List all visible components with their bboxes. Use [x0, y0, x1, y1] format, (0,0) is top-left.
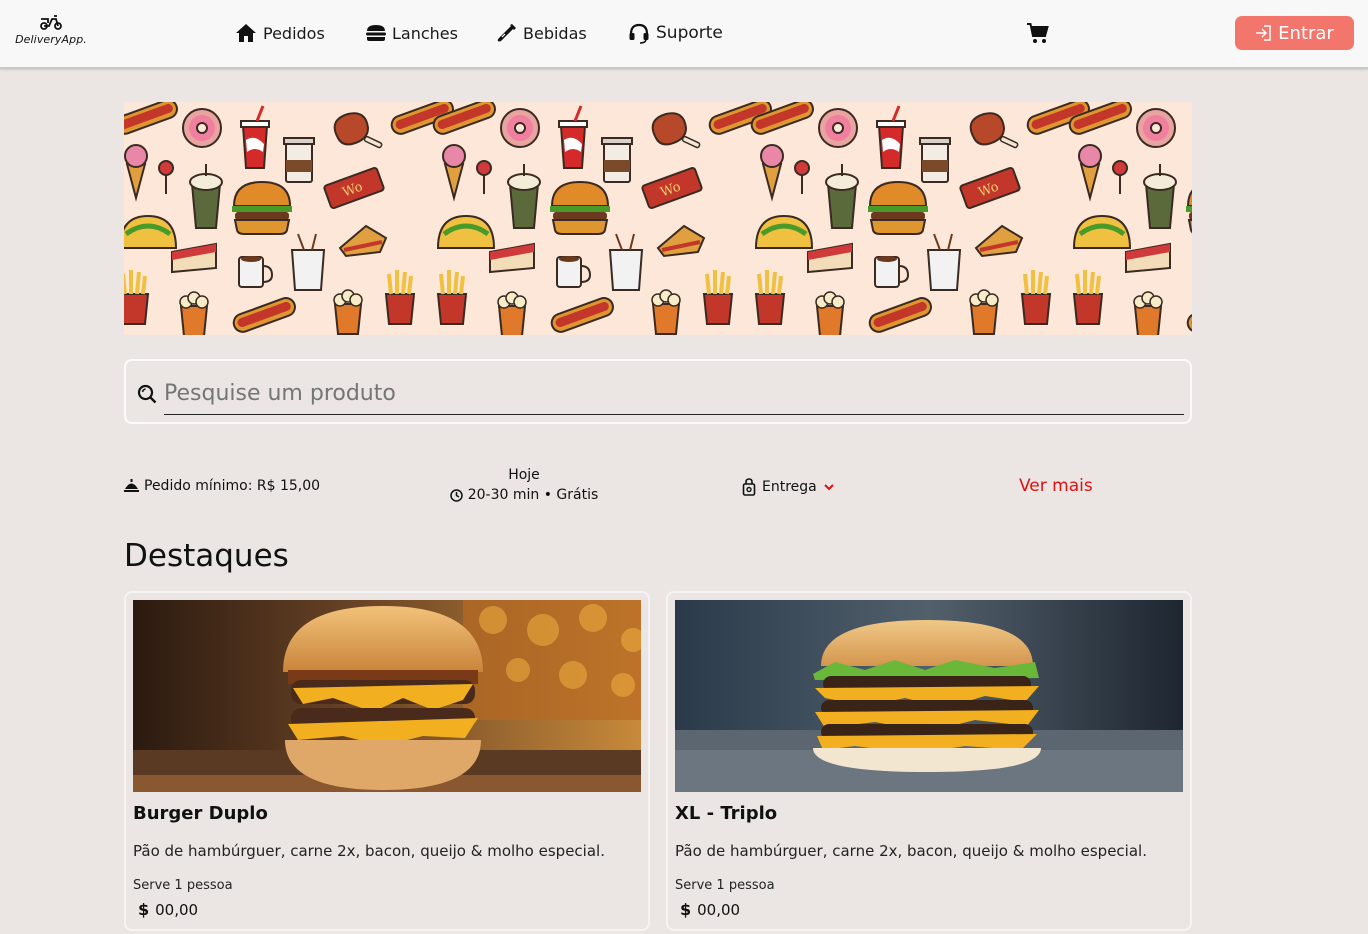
product-card[interactable]: XL - Triplo Pão de hambúrguer, carne 2x,… [666, 591, 1192, 931]
burger-photo [675, 600, 1183, 792]
login-label: Entrar [1278, 22, 1334, 44]
nav-pedidos[interactable]: Pedidos [235, 20, 325, 46]
delivery-day: Hoje [508, 467, 540, 483]
price-value: 00,00 [155, 900, 199, 919]
currency-symbol: $ [138, 900, 150, 919]
headset-icon [629, 23, 649, 44]
product-description: Pão de hambúrguer, carne 2x, bacon, quei… [675, 842, 1147, 860]
nav-lanches[interactable]: Lanches [366, 20, 458, 46]
food-pattern-banner: Wo [124, 102, 1192, 335]
search-input[interactable] [164, 373, 1184, 415]
search-icon [137, 384, 157, 404]
login-button[interactable]: Entrar [1235, 16, 1354, 50]
nav-bebidas-label: Bebidas [523, 23, 587, 43]
delivery-eta-text: 20-30 min • Grátis [467, 487, 599, 503]
nav-lanches-label: Lanches [392, 23, 458, 43]
delivery-bag-icon [742, 478, 756, 496]
min-order-text: Pedido mínimo: R$ 15,00 [144, 478, 321, 494]
food-pattern-image: Wo [124, 102, 1192, 335]
top-navbar: DeliveryApp. Pedidos Lanches Bebidas Sup… [0, 0, 1368, 69]
product-price: $ 00,00 [138, 900, 198, 919]
search-box [124, 359, 1192, 424]
login-icon [1256, 25, 1271, 41]
nav-pedidos-label: Pedidos [263, 23, 325, 43]
delivery-mode-select[interactable]: Entrega [742, 478, 835, 496]
see-more-link[interactable]: Ver mais [1019, 476, 1093, 496]
brand-name: DeliveryApp. [15, 33, 87, 46]
home-icon [236, 24, 256, 42]
clock-icon [449, 488, 463, 502]
burger-photo [133, 600, 641, 792]
brand-logo[interactable]: DeliveryApp. [10, 14, 92, 58]
delivery-eta: 20-30 min • Grátis [420, 484, 628, 506]
nav-suporte[interactable]: Suporte [628, 20, 723, 46]
price-value: 00,00 [697, 900, 741, 919]
scooter-icon [40, 15, 62, 30]
product-price: $ 00,00 [680, 900, 740, 919]
chevron-down-icon [824, 484, 834, 491]
product-name: XL - Triplo [675, 803, 778, 824]
cart-icon [1027, 23, 1049, 43]
section-title: Destaques [124, 538, 289, 574]
cart-button[interactable] [1026, 21, 1050, 45]
product-image [133, 600, 641, 792]
bottle-icon [497, 24, 516, 42]
currency-symbol: $ [680, 900, 692, 919]
delivery-time-info: Hoje 20-30 min • Grátis [420, 466, 628, 506]
delivery-mode-label: Entrega [762, 479, 817, 495]
product-serves: Serve 1 pessoa [675, 878, 775, 893]
product-card[interactable]: Burger Duplo Pão de hambúrguer, carne 2x… [124, 591, 650, 931]
nav-suporte-label: Suporte [656, 23, 723, 43]
product-name: Burger Duplo [133, 803, 268, 824]
min-order-info: Pedido mínimo: R$ 15,00 [124, 478, 320, 494]
product-serves: Serve 1 pessoa [133, 878, 233, 893]
dish-icon [124, 479, 139, 492]
burger-icon [366, 25, 386, 41]
nav-bebidas[interactable]: Bebidas [497, 20, 587, 46]
product-image [675, 600, 1183, 792]
product-description: Pão de hambúrguer, carne 2x, bacon, quei… [133, 842, 605, 860]
